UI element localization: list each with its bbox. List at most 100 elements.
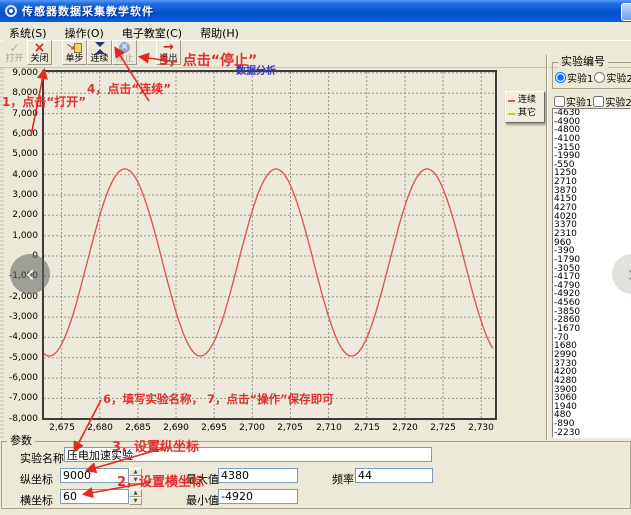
toolbar-button-label: 关闭	[30, 54, 48, 64]
experiment-id-group: 实验编号 实验1实验2	[552, 62, 631, 89]
x-tick-label: 2,715	[348, 423, 386, 433]
params-group-label: 参数	[7, 435, 35, 447]
annotation-step6-7: 6，填写实验名称， 7，点击“操作”保存即可	[103, 391, 334, 407]
x-tick-label: 2,705	[271, 423, 309, 433]
legend-item: 连续	[508, 94, 542, 107]
toolbar-continuous-button[interactable]: 连续	[87, 40, 112, 65]
params-group: 参数 实验名称 纵坐标 ▲▼ 最大值 频率 横坐标 ▲▼ 最小值	[1, 441, 631, 509]
toolbar-stop-button[interactable]: ×停止	[112, 40, 137, 65]
y-tick-label: -3,000	[1, 312, 38, 322]
x-coord-label: 横坐标	[20, 492, 53, 508]
list-item[interactable]: -2230	[553, 429, 630, 438]
toolbar-close-button[interactable]: ×关闭	[27, 40, 52, 65]
checkbox-label: 实验2	[605, 94, 631, 109]
y-tick-label: 9,000	[1, 68, 38, 78]
checkbox-experiment-1[interactable]: 实验1	[554, 94, 592, 109]
chevron-right-icon: ›	[627, 254, 631, 294]
menu-item-operation[interactable]: 操作(O)	[56, 22, 113, 40]
experiment-name-label: 实验名称	[20, 450, 64, 466]
data-analysis-label[interactable]: 数据分析	[236, 62, 276, 77]
waveform-chart	[44, 72, 495, 418]
x-tick-label: 2,700	[233, 423, 271, 433]
plot-area	[42, 70, 497, 420]
x-tick-label: 2,690	[157, 423, 195, 433]
annotation-step4: 4，点击“连续”	[87, 80, 171, 97]
window-control-button[interactable]	[621, 3, 631, 21]
single-step-icon: →	[63, 41, 86, 54]
x-coord-input[interactable]	[60, 489, 129, 504]
radio-experiment-2[interactable]: 实验2	[594, 70, 631, 85]
radio-label: 实验1	[567, 70, 593, 85]
y-tick-label: -6,000	[1, 373, 38, 383]
title-bar: 传感器数据采集教学软件	[0, 0, 631, 22]
legend-label: 其它	[518, 107, 536, 120]
chart-legend[interactable]: 连续其它	[505, 91, 545, 123]
y-coord-label: 纵坐标	[20, 471, 53, 487]
toolbar-button-label: 连续	[90, 54, 108, 64]
y-tick-label: 4,000	[1, 170, 38, 180]
x-coord-spinner[interactable]: ▲▼	[129, 489, 142, 504]
prev-overlay-button[interactable]: ‹	[10, 254, 50, 294]
spinner-down-icon[interactable]: ▼	[129, 497, 142, 505]
min-value-input[interactable]	[218, 489, 298, 504]
toolbar-button-label: 打开	[5, 54, 23, 64]
x-tick-label: 2,720	[386, 423, 424, 433]
y-tick-label: -5,000	[1, 353, 38, 363]
app-gear-icon	[5, 5, 17, 17]
x-tick-label: 2,685	[119, 423, 157, 433]
radio-label: 实验2	[606, 70, 631, 85]
spinner-up-icon[interactable]: ▲	[129, 489, 142, 497]
radio-input[interactable]	[555, 72, 566, 83]
toolbar-open-button[interactable]: ✓打开	[2, 40, 27, 65]
window-title: 传感器数据采集教学软件	[22, 3, 154, 19]
x-tick-label: 2,680	[81, 423, 119, 433]
menu-bar: 系统(S)操作(O)电子教室(C)帮助(H)	[0, 22, 631, 41]
x-tick-label: 2,730	[462, 423, 500, 433]
frequency-input[interactable]	[355, 468, 433, 483]
legend-label: 连续	[518, 94, 536, 107]
stop-icon: ×	[113, 41, 136, 54]
max-value-input[interactable]	[218, 468, 298, 483]
app-window: 传感器数据采集教学软件 系统(S)操作(O)电子教室(C)帮助(H) ✓打开×关…	[0, 0, 631, 515]
menu-item-help[interactable]: 帮助(H)	[191, 22, 248, 40]
y-tick-label: 3,000	[1, 190, 38, 200]
x-tick-label: 2,725	[424, 423, 462, 433]
checkbox-input[interactable]	[593, 96, 604, 107]
annotation-step2: 2，设置横坐标	[117, 471, 204, 490]
toolbar: ✓打开×关闭→单步连续×停止→退出	[0, 40, 631, 68]
y-tick-label: -8,000	[1, 414, 38, 424]
toolbar-single-step-button[interactable]: →单步	[62, 40, 87, 65]
x-tick-label: 2,710	[310, 423, 348, 433]
experiment-id-group-label: 实验编号	[558, 56, 608, 68]
menu-item-system[interactable]: 系统(S)	[0, 22, 56, 40]
y-tick-label: 5,000	[1, 149, 38, 159]
checkbox-label: 实验1	[566, 94, 592, 109]
signal-curve	[44, 169, 493, 356]
y-tick-label: 7,000	[1, 109, 38, 119]
radio-experiment-1[interactable]: 实验1	[555, 70, 593, 85]
annotation-step3: 3，设置纵坐标	[112, 436, 199, 455]
y-tick-label: 2,000	[1, 210, 38, 220]
continuous-hourglass-icon	[88, 41, 111, 54]
panel-divider	[546, 55, 548, 440]
legend-item: 其它	[508, 107, 542, 120]
radio-input[interactable]	[594, 72, 605, 83]
y-tick-label: 6,000	[1, 129, 38, 139]
legend-marker-icon	[508, 100, 515, 102]
toolbar-button-label: 停止	[115, 54, 133, 64]
min-value-label: 最小值	[186, 492, 219, 508]
legend-marker-icon	[508, 113, 515, 115]
close-x-icon: ×	[28, 41, 51, 54]
x-tick-label: 2,695	[195, 423, 233, 433]
y-tick-label: -7,000	[1, 393, 38, 403]
experiment-radio-row: 实验1 实验2	[555, 68, 631, 87]
menu-item-e-classroom[interactable]: 电子教室(C)	[113, 22, 191, 40]
checkbox-input[interactable]	[554, 96, 565, 107]
toolbar-button-label: 单步	[65, 54, 83, 64]
y-tick-label: -4,000	[1, 332, 38, 342]
annotation-step1: 1，点击“打开”	[2, 93, 86, 110]
checkbox-experiment-2[interactable]: 实验2	[593, 94, 631, 109]
frequency-label: 频率	[332, 471, 354, 487]
open-check-icon: ✓	[3, 41, 26, 54]
x-tick-label: 2,675	[43, 423, 81, 433]
